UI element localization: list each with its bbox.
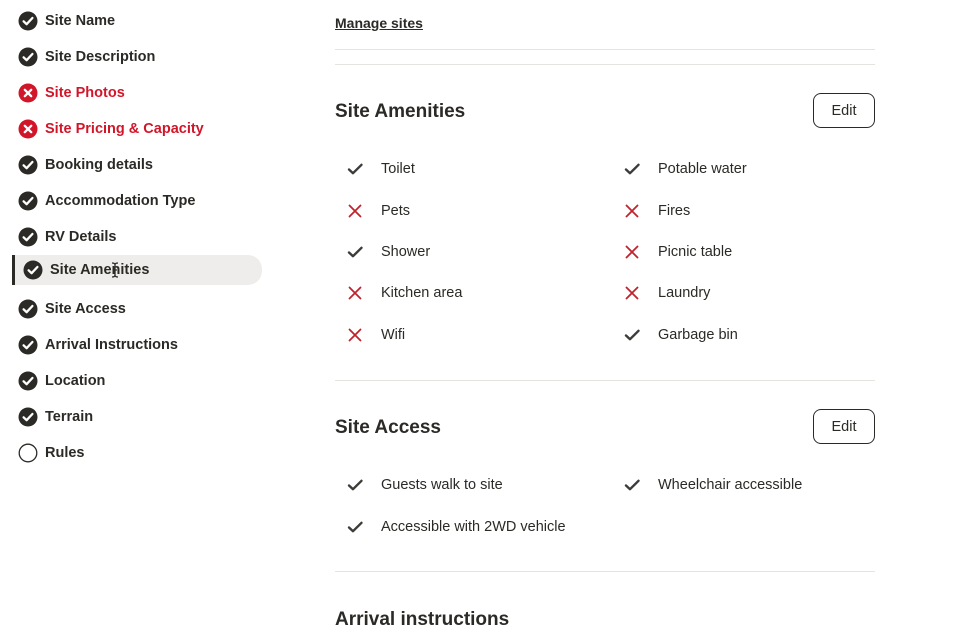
divider [335,49,875,50]
sidebar-item[interactable]: RV Details [14,222,264,252]
check-circle-icon [18,227,38,247]
sidebar-item[interactable]: Arrival Instructions [14,330,264,360]
amenity-label: Laundry [658,285,711,301]
cross-icon [346,326,364,344]
sidebar-item-label: Booking details [45,157,153,173]
sidebar-item-label: RV Details [45,229,117,245]
check-icon [623,160,641,178]
check-circle-icon [18,335,38,355]
arrival-instructions-title: Arrival instructions [335,609,510,630]
cross-icon [623,284,641,302]
amenity-item: Guests walk to site [346,475,503,495]
amenity-label: Guests walk to site [381,477,503,493]
check-circle-icon [18,299,38,319]
amenity-label: Accessible with 2WD vehicle [381,519,566,535]
amenity-item: Wheelchair accessible [623,475,802,495]
sidebar-item-label: Rules [45,445,85,461]
site-amenities-title: Site Amenities [335,101,466,122]
check-circle-icon [18,407,38,427]
amenity-label: Fires [658,203,691,219]
sidebar-item[interactable]: Location [14,366,264,396]
sidebar-item[interactable]: Site Description [14,42,264,72]
check-circle-icon [23,260,43,280]
divider [335,380,875,381]
check-circle-icon [18,191,38,211]
amenity-label: Wheelchair accessible [658,477,803,493]
check-icon [623,326,641,344]
amenity-label: Kitchen area [381,285,463,301]
amenity-item: Wifi [346,325,405,345]
amenity-item: Potable water [623,159,747,179]
sidebar-item[interactable]: Site Name [14,6,264,36]
amenity-item: Shower [346,242,430,262]
cross-icon [346,284,364,302]
amenity-item: Toilet [346,159,415,179]
check-circle-icon [18,371,38,391]
edit-access-button[interactable]: Edit [813,409,875,444]
sidebar: Site Name Site Description Site Photos Site… [0,0,280,644]
amenity-item: Accessible with 2WD vehicle [346,517,566,537]
sidebar-item[interactable]: Booking details [14,150,264,180]
check-icon [346,518,364,536]
sidebar-item[interactable]: Rules [14,438,264,468]
check-circle-icon [18,47,38,67]
sidebar-item-label: Site Photos [45,85,125,101]
check-circle-icon [18,11,38,31]
check-icon [346,243,364,261]
amenity-label: Wifi [381,327,406,343]
sidebar-item-label: Site Pricing & Capacity [45,121,204,137]
amenity-label: Picnic table [658,244,733,260]
amenity-label: Potable water [658,161,747,177]
amenity-item: Laundry [623,283,710,303]
sidebar-item-label: Arrival Instructions [45,337,178,353]
check-icon [623,476,641,494]
sidebar-item-label: Accommodation Type [45,193,196,209]
sidebar-item[interactable]: Accommodation Type [14,186,264,216]
empty-circle-icon [18,443,38,463]
cross-icon [623,202,641,220]
sidebar-item-label: Site Access [45,301,126,317]
divider [335,64,875,65]
amenity-item: Fires [623,201,690,221]
amenity-label: Toilet [381,161,415,177]
error-circle-icon [18,83,38,103]
amenity-item: Garbage bin [623,325,738,345]
sidebar-item[interactable]: Terrain [14,402,264,432]
error-circle-icon [18,119,38,139]
check-circle-icon [18,155,38,175]
sidebar-item[interactable]: Site Pricing & Capacity [14,114,264,144]
sidebar-item[interactable]: Site Access [14,294,264,324]
sidebar-item-label: Site Name [45,13,116,29]
sidebar-item-label: Site Description [45,49,156,65]
amenity-item: Kitchen area [346,283,462,303]
amenity-item: Picnic table [623,242,732,262]
amenity-label: Garbage bin [658,327,738,343]
text-cursor-icon [111,262,119,278]
sidebar-item[interactable]: Site Photos [14,78,264,108]
check-icon [346,160,364,178]
amenity-label: Pets [381,203,411,219]
cross-icon [346,202,364,220]
divider [335,571,875,572]
sidebar-item-label: Terrain [45,409,94,425]
manage-sites-link[interactable]: Manage sites [335,15,423,31]
sidebar-item-label: Location [45,373,106,389]
check-icon [346,476,364,494]
site-access-title: Site Access [335,417,441,438]
main-content: Manage sites Site Amenities Edit Site Ac… [335,0,875,644]
sidebar-item[interactable]: Site Amenities [12,255,262,285]
amenity-label: Shower [381,244,431,260]
edit-amenities-button[interactable]: Edit [813,93,875,128]
sidebar-item-label: Site Amenities [50,262,150,278]
amenity-item: Pets [346,201,410,221]
cross-icon [623,243,641,261]
